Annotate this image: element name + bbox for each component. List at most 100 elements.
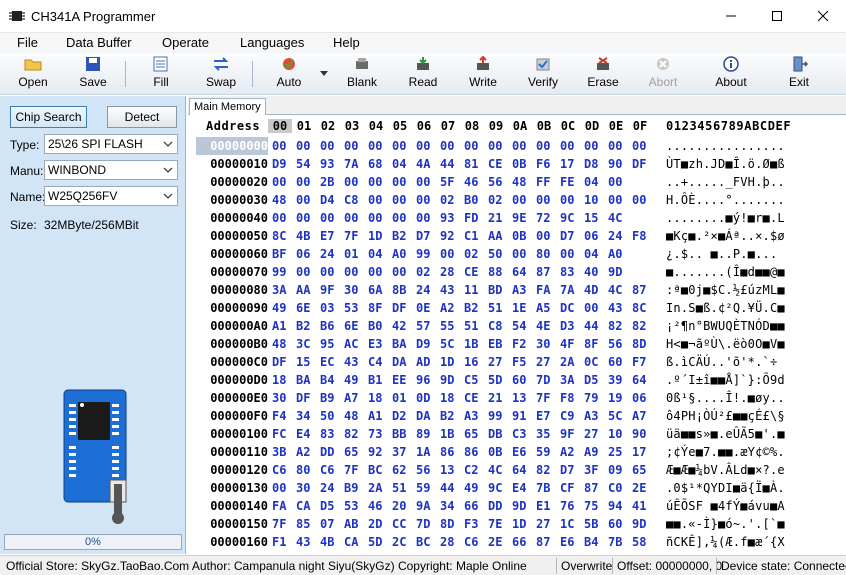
row-bytes[interactable]: FC E4 83 82 73 BB 89 1B 65 DB C3 35 9F 27 10 90 bbox=[272, 425, 656, 443]
tab-main-memory[interactable]: Main Memory bbox=[189, 98, 266, 116]
row-bytes[interactable]: BF 06 24 01 04 A0 99 00 02 50 00 80 00 04 A0 bbox=[272, 245, 632, 263]
row-bytes[interactable]: 48 3C 95 AC E3 BA D9 5C 1B EB F2 30 4F 8F 56 8D bbox=[272, 335, 656, 353]
row-ascii[interactable]: ¿.$.. ■..P.■... bbox=[666, 245, 785, 263]
menu-languages[interactable]: Languages bbox=[240, 35, 304, 50]
minimize-button[interactable] bbox=[708, 0, 754, 32]
row-bytes[interactable]: 00 30 24 B9 2A 51 59 44 49 9C E4 7B CF 87 C0 2E bbox=[272, 479, 656, 497]
open-label: Open bbox=[18, 75, 48, 89]
row-bytes[interactable]: 30 DF B9 A7 18 01 0D 18 CE 21 13 7F F8 79 19 06 bbox=[272, 389, 656, 407]
auto-button[interactable]: Auto bbox=[264, 55, 314, 93]
row-bytes[interactable]: D9 54 93 7A 68 04 4A 44 81 CE 0B F6 17 D8 90 DF bbox=[272, 155, 656, 173]
row-ascii[interactable]: .0$¹*QYDI■ä{Ï■À. bbox=[666, 479, 785, 497]
row-bytes[interactable]: 3B A2 DD 65 92 37 1A 86 86 0B E6 59 A2 A9 25 17 bbox=[272, 443, 656, 461]
row-ascii[interactable]: H.ÔÈ....°....... bbox=[666, 191, 785, 209]
row-ascii[interactable]: .º´I±î■■Å]`}:Õ9d bbox=[666, 371, 785, 389]
row-bytes[interactable]: FA CA D5 53 46 20 9A 34 66 DD 9D E1 76 75 94 41 bbox=[272, 497, 656, 515]
row-bytes[interactable]: 3A AA 9F 30 6A 8B 24 43 11 BD A3 FA 7A 4D 4C 87 bbox=[272, 281, 656, 299]
row-bytes[interactable]: 8C 4B E7 7F 1D B2 D7 92 C1 AA 0B 00 D7 06 24 F8 bbox=[272, 227, 656, 245]
menu-operate[interactable]: Operate bbox=[162, 35, 209, 50]
row-ascii[interactable]: ........■ý!■r■.L bbox=[666, 209, 785, 227]
chip-settings-panel: Chip Search Detect Type: 25\26 SPI FLASH… bbox=[0, 96, 186, 554]
row-ascii[interactable]: ■.......(Î■d■■@■ bbox=[666, 263, 785, 281]
hex-row: 000000F0 F4 34 50 48 A1 D2 DA B2 A3 99 91 E7 C9 A3 5C A7… bbox=[188, 407, 846, 425]
row-bytes[interactable]: 00 00 00 00 00 00 00 93 FD 21 9E 72 9C 15 4C bbox=[272, 209, 632, 227]
about-button[interactable]: About bbox=[706, 55, 756, 93]
row-ascii[interactable]: ■Kç■.²×■Áª..×.$ø bbox=[666, 227, 785, 245]
write-chip-icon bbox=[477, 56, 489, 70]
manufacturer-select[interactable]: WINBOND bbox=[44, 160, 178, 180]
row-bytes[interactable]: F4 34 50 48 A1 D2 DA B2 A3 99 91 E7 C9 A3 5C A7 bbox=[272, 407, 656, 425]
toolbar: Open Save Fill Swap Auto Blank Read Writ… bbox=[0, 53, 846, 95]
name-label: Name: bbox=[10, 190, 46, 204]
open-button[interactable]: Open bbox=[8, 55, 58, 93]
hex-rows: 00000000 00 00 00 00 00 00 00 00 00 00 00 00 00 00 00 00… bbox=[188, 137, 846, 551]
row-address: 00000110 bbox=[210, 445, 268, 459]
info-icon bbox=[723, 56, 739, 72]
progress-bar: 0% bbox=[4, 534, 182, 550]
row-bytes[interactable]: 48 00 D4 C8 00 00 00 02 B0 02 00 00 00 10 00 00 bbox=[272, 191, 656, 209]
row-ascii[interactable]: ■■.«-Ì}■ó~.'.[`■ bbox=[666, 515, 785, 533]
menu-data-buffer[interactable]: Data Buffer bbox=[66, 35, 132, 50]
row-ascii[interactable]: 0ß¹§....Î!.■øy.. bbox=[666, 389, 785, 407]
row-ascii[interactable]: Æ■Æ■¼bV.ÂLd■×?.e bbox=[666, 461, 785, 479]
menu-file[interactable]: File bbox=[17, 35, 38, 50]
fill-button[interactable]: Fill bbox=[136, 55, 186, 93]
hex-row: 00000040 00 00 00 00 00 00 00 93 FD 21 9E 72 9C 15 4C..… bbox=[188, 209, 846, 227]
row-address: 000000C0 bbox=[210, 355, 268, 369]
erase-button[interactable]: Erase bbox=[578, 55, 628, 93]
row-ascii[interactable]: üä■■s»■.eÛÃ5■'.■ bbox=[666, 425, 785, 443]
abort-button[interactable]: Abort bbox=[638, 55, 688, 93]
read-button[interactable]: Read bbox=[398, 55, 448, 93]
maximize-button[interactable] bbox=[754, 0, 800, 32]
row-ascii[interactable]: ô4PH¡ÒÚ²£■■çÉ£\§ bbox=[666, 407, 785, 425]
swap-button[interactable]: Swap bbox=[196, 55, 246, 93]
detect-button[interactable]: Detect bbox=[107, 106, 177, 128]
row-ascii[interactable]: ..+....._FVH.þ.. bbox=[666, 173, 785, 191]
row-ascii[interactable]: ß.ìCÄÚ­..'õ'*.`÷ bbox=[666, 353, 777, 371]
row-bytes[interactable]: 00 00 2B 00 00 00 00 5F 46 56 48 FF FE 04 00 bbox=[272, 173, 632, 191]
auto-dropdown-arrow-icon[interactable] bbox=[320, 71, 328, 77]
row-address: 00000000 bbox=[196, 137, 268, 155]
blank-label: Blank bbox=[346, 75, 378, 89]
size-label: Size: bbox=[10, 218, 37, 232]
hex-editor[interactable]: Address 00 01 02 03 04 05 06 07 08 09 0A 0B 0C 0D 0E 0F… bbox=[188, 115, 846, 554]
row-bytes[interactable]: A1 B2 B6 6E B0 42 57 55 51 C8 54 4E D3 44 82 82 bbox=[272, 317, 656, 335]
row-bytes[interactable]: 99 00 00 00 00 00 02 28 CE 88 64 87 83 40 9D bbox=[272, 263, 632, 281]
row-ascii[interactable]: ñCKÊ],¼(Æ.f■æ´{X bbox=[666, 533, 785, 551]
hex-row: 00000160 F1 43 4B CA 5D 2C BC 28 C6 2E 66 87 E6 B4 7B 58… bbox=[188, 533, 846, 551]
row-ascii[interactable]: ¡²¶n°BWUQÈTNÓD■■ bbox=[666, 317, 785, 335]
hex-row: 00000150 7F 85 07 AB 2D CC 7D 8D F3 7E 1D 27 1C 5B 60 9D… bbox=[188, 515, 846, 533]
row-ascii[interactable]: ÙT■zh.JD■Î.ö.Ø■ß bbox=[666, 155, 785, 173]
row-bytes[interactable]: C6 80 C6 7F BC 62 56 13 C2 4C 64 82 D7 3F 09 65 bbox=[272, 461, 656, 479]
row-ascii[interactable]: úÊÕSF ■4fÝ■ávu■A bbox=[666, 497, 785, 515]
row-ascii[interactable]: ................ bbox=[666, 137, 785, 155]
exit-button[interactable]: Exit bbox=[774, 55, 824, 93]
save-button[interactable]: Save bbox=[68, 55, 118, 93]
row-address: 00000040 bbox=[210, 211, 268, 225]
row-ascii[interactable]: :ª■0j■$C.½£úzML■ bbox=[666, 281, 785, 299]
row-ascii[interactable]: In.S■ß.¢²Q.¥Ü.C■ bbox=[666, 299, 785, 317]
blank-button[interactable]: Blank bbox=[337, 55, 387, 93]
row-bytes[interactable]: DF 15 EC 43 C4 DA AD 1D 16 27 F5 27 2A 0C 60 F7 bbox=[272, 353, 656, 371]
chip-search-button[interactable]: Chip Search bbox=[10, 106, 87, 128]
close-button[interactable] bbox=[800, 0, 846, 32]
row-bytes[interactable]: 49 6E 03 53 8F DF 0E A2 B2 51 1E A5 DC 00 43 8C bbox=[272, 299, 656, 317]
row-bytes[interactable]: F1 43 4B CA 5D 2C BC 28 C6 2E 66 87 E6 B4 7B 58 bbox=[272, 533, 656, 551]
row-bytes[interactable]: 7F 85 07 AB 2D CC 7D 8D F3 7E 1D 27 1C 5B 60 9D bbox=[272, 515, 656, 533]
row-ascii[interactable]: H<■¬ãºÙ\.ëò0O■V■ bbox=[666, 335, 785, 353]
verify-button[interactable]: Verify bbox=[518, 55, 568, 93]
row-bytes[interactable]: 18 BA B4 49 B1 EE 96 9D C5 5D 60 7D 3A D5 39 64 bbox=[272, 371, 656, 389]
row-address: 00000030 bbox=[210, 193, 268, 207]
type-select[interactable]: 25\26 SPI FLASH bbox=[44, 134, 178, 154]
read-chip-icon bbox=[417, 57, 429, 70]
row-bytes[interactable]: 00 00 00 00 00 00 00 00 00 00 00 00 00 00 00 00 bbox=[272, 137, 656, 155]
auto-label: Auto bbox=[276, 75, 302, 89]
hex-row: 00000060 BF 06 24 01 04 A0 99 00 02 50 00 80 00 04 A0 ¿.… bbox=[188, 245, 846, 263]
write-label: Write bbox=[469, 75, 497, 89]
write-button[interactable]: Write bbox=[458, 55, 508, 93]
hex-row: 00000140 FA CA D5 53 46 20 9A 34 66 DD 9D E1 76 75 94 41… bbox=[188, 497, 846, 515]
chip-name-select[interactable]: W25Q256FV bbox=[44, 186, 178, 206]
row-ascii[interactable]: ;¢Ýe■7.■■.æY¢©%. bbox=[666, 443, 785, 461]
menu-help[interactable]: Help bbox=[333, 35, 360, 50]
exit-icon bbox=[793, 56, 808, 72]
